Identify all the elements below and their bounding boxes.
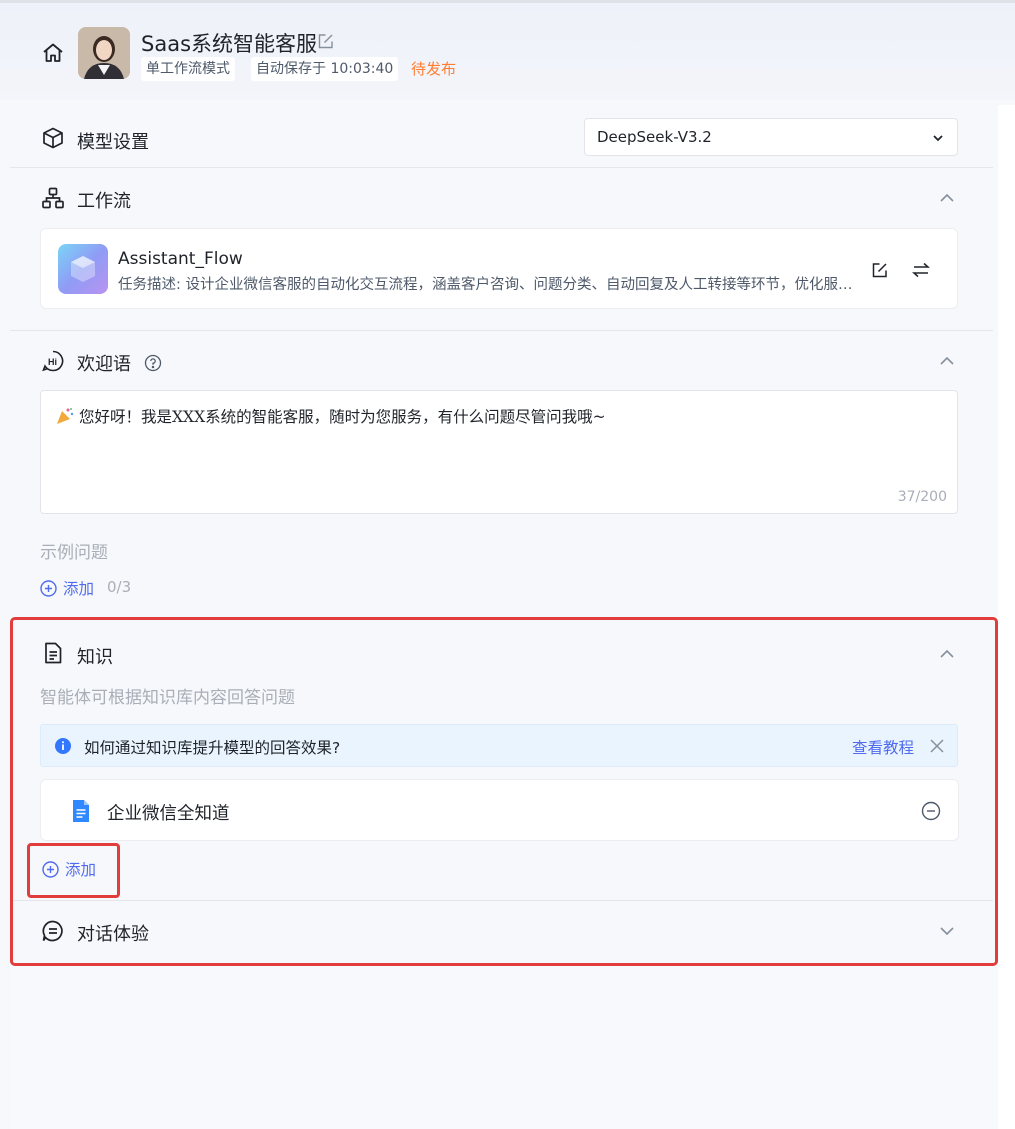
welcome-textarea[interactable]: 您好呀！我是XXX系统的智能客服，随时为您服务，有什么问题尽管问我哦~ 37/2… bbox=[40, 390, 958, 514]
workflow-description: 任务描述: 设计企业微信客服的自动化交互流程，涵盖客户咨询、问题分类、自动回复及… bbox=[118, 277, 853, 293]
publish-status: 待发布 bbox=[411, 60, 457, 78]
edit-icon[interactable] bbox=[871, 261, 889, 279]
top-bar: Saas系统智能客服 单工作流模式 自动保存于 10:03:40 待发布 bbox=[0, 0, 1015, 100]
welcome-message: 您好呀！我是XXX系统的智能客服，随时为您服务，有什么问题尽管问我哦~ bbox=[79, 408, 606, 426]
workflow-card[interactable]: Assistant_Flow 任务描述: 设计企业微信客服的自动化交互流程，涵盖… bbox=[40, 228, 958, 309]
knowledge-highlight bbox=[10, 617, 998, 966]
avatar[interactable] bbox=[78, 27, 130, 79]
workflow-cube-icon bbox=[58, 244, 108, 294]
workflow-name: Assistant_Flow bbox=[118, 249, 243, 269]
welcome-title: 欢迎语 bbox=[77, 354, 131, 375]
edit-title-icon[interactable] bbox=[317, 32, 335, 50]
mode-tag: 单工作流模式 bbox=[141, 57, 235, 81]
divider bbox=[10, 330, 993, 331]
example-questions-label: 示例问题 bbox=[40, 543, 108, 563]
scrollbar-track[interactable] bbox=[998, 105, 1015, 1129]
add-example-button[interactable]: 添加 bbox=[40, 577, 94, 599]
example-count: 0/3 bbox=[107, 578, 132, 596]
workflow-title: 工作流 bbox=[77, 191, 131, 212]
workflow-icon bbox=[42, 187, 64, 209]
model-select-value: DeepSeek-V3.2 bbox=[597, 128, 712, 146]
party-popper-icon bbox=[57, 408, 74, 424]
model-settings-title: 模型设置 bbox=[77, 132, 149, 153]
add-example-label: 添加 bbox=[63, 580, 95, 598]
home-icon[interactable] bbox=[41, 41, 65, 65]
chevron-down-icon bbox=[933, 135, 943, 142]
svg-text:Hi: Hi bbox=[48, 357, 57, 367]
hi-icon: Hi bbox=[42, 350, 64, 372]
char-counter: 37/200 bbox=[897, 489, 947, 505]
switch-icon[interactable] bbox=[911, 260, 931, 280]
plus-circle-icon bbox=[40, 580, 57, 597]
add-button-highlight bbox=[27, 843, 120, 898]
cube-icon bbox=[43, 127, 63, 149]
divider bbox=[10, 167, 993, 168]
empty-area bbox=[10, 966, 996, 1129]
autosave-tag: 自动保存于 10:03:40 bbox=[251, 57, 399, 81]
app-title: Saas系统智能客服 bbox=[141, 32, 318, 56]
chevron-up-icon[interactable] bbox=[938, 189, 956, 207]
chevron-up-icon[interactable] bbox=[938, 352, 956, 370]
model-select[interactable]: DeepSeek-V3.2 bbox=[584, 118, 958, 156]
help-icon[interactable] bbox=[144, 354, 162, 372]
